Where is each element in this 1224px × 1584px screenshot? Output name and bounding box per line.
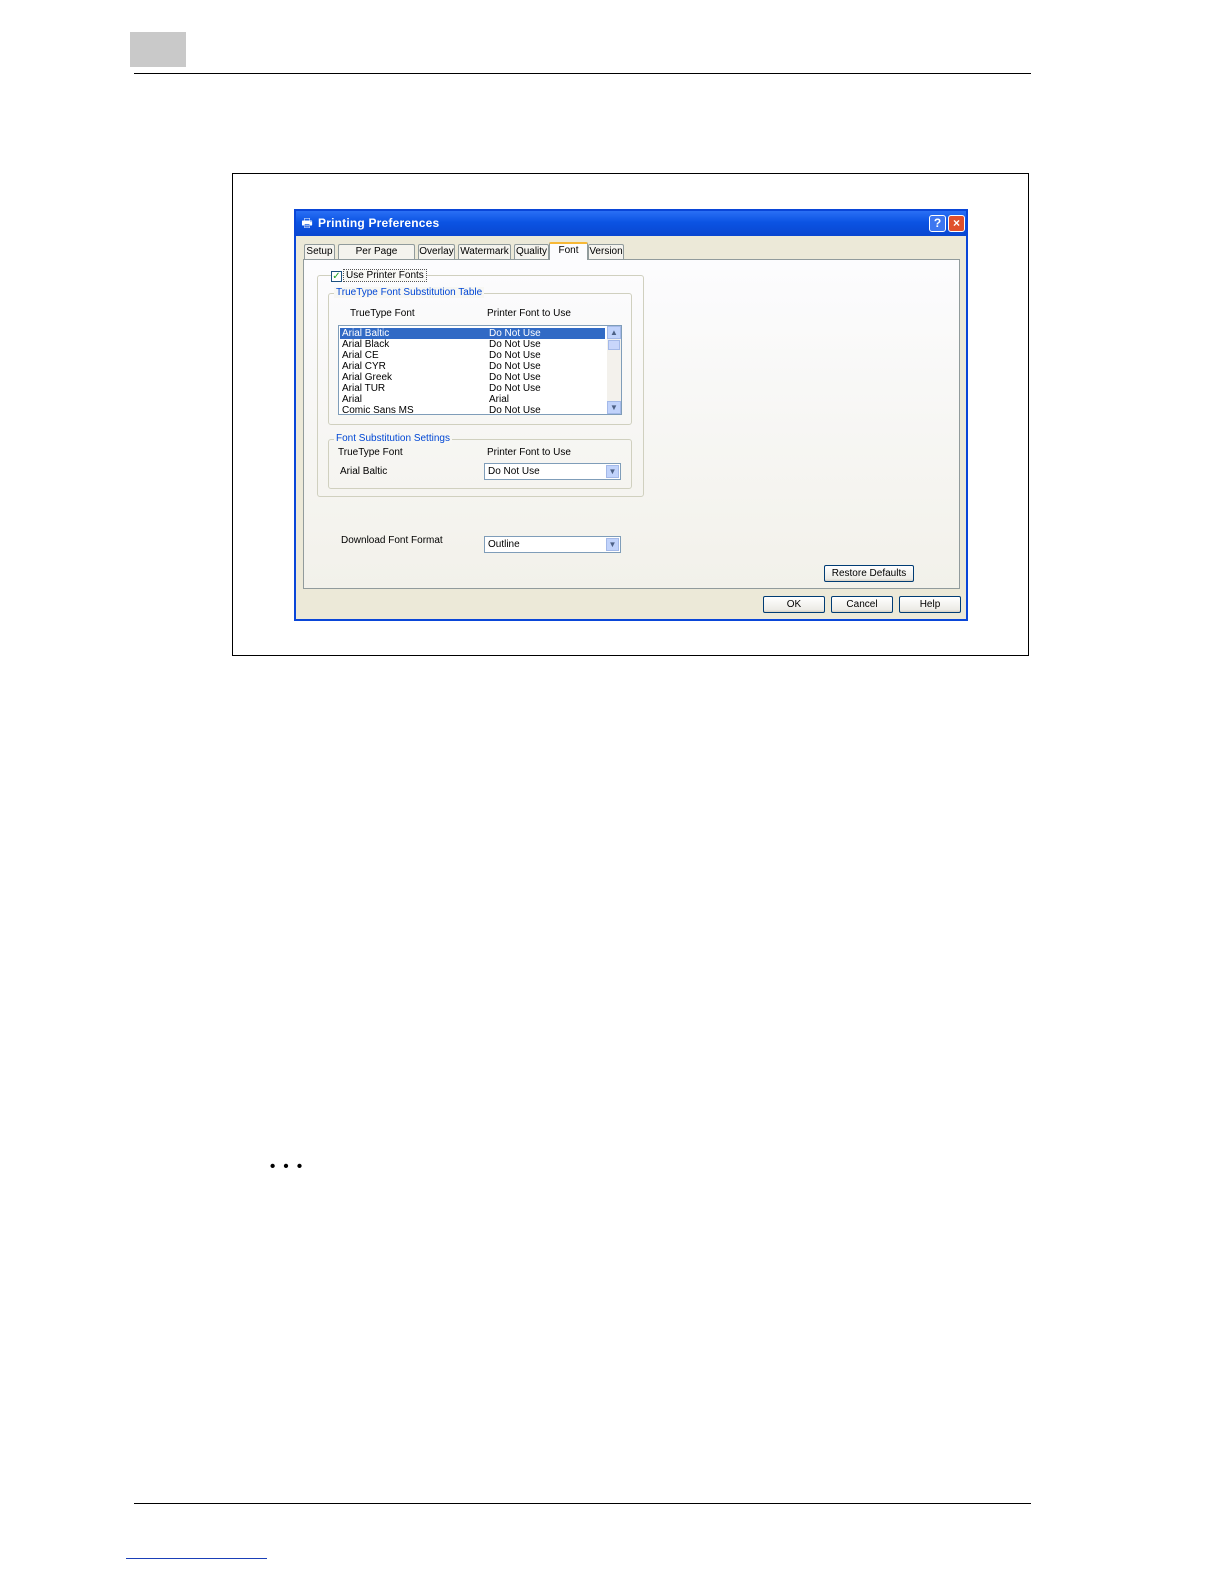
restore-defaults-button[interactable]: Restore Defaults — [824, 565, 914, 582]
list-item[interactable]: Arial TUR Do Not Use — [340, 383, 605, 394]
chevron-down-icon[interactable]: ▼ — [606, 465, 619, 478]
chapter-tab — [130, 32, 186, 67]
list-scrollbar[interactable]: ▲ ▼ — [607, 326, 621, 414]
header-rule — [134, 73, 1031, 74]
tab-setup[interactable]: Setup — [304, 244, 335, 259]
list-item[interactable]: Arial Arial — [340, 394, 605, 405]
help-button[interactable]: Help — [899, 596, 961, 613]
title-bar[interactable]: 🖶 Printing Preferences ? × — [296, 211, 966, 236]
printer-font-select[interactable]: Do Not Use ▼ — [484, 463, 621, 480]
selected-truetype-font: Arial Baltic — [340, 466, 388, 477]
substitution-settings-group: Font Substitution Settings TrueType Font… — [328, 433, 632, 489]
column-header-truetype-font: TrueType Font — [350, 308, 415, 319]
chevron-down-icon[interactable]: ▼ — [606, 538, 619, 551]
scroll-thumb[interactable] — [608, 340, 620, 350]
printer-icon: 🖶 — [301, 216, 313, 230]
footer-link-underline — [126, 1558, 267, 1559]
footer-rule — [134, 1503, 1031, 1504]
download-font-format-select[interactable]: Outline ▼ — [484, 536, 621, 553]
list-item[interactable]: Arial Greek Do Not Use — [340, 372, 605, 383]
tab-watermark[interactable]: Watermark — [458, 244, 511, 259]
settings-truetype-font-label: TrueType Font — [338, 447, 403, 458]
list-item[interactable]: Arial Black Do Not Use — [340, 339, 605, 350]
column-header-printer-font: Printer Font to Use — [487, 308, 571, 319]
substitution-settings-legend: Font Substitution Settings — [334, 433, 452, 444]
settings-printer-font-label: Printer Font to Use — [487, 447, 571, 458]
substitution-table-group: TrueType Font Substitution Table TrueTyp… — [328, 287, 632, 425]
printer-font-value: Do Not Use — [488, 466, 540, 477]
tab-font[interactable]: Font — [549, 242, 588, 260]
tab-overlay[interactable]: Overlay — [418, 244, 455, 259]
font-tab-panel: ✓ Use Printer Fonts TrueType Font Substi… — [303, 259, 960, 589]
use-printer-fonts-group: ✓ Use Printer Fonts TrueType Font Substi… — [317, 269, 644, 497]
continuation-ellipsis: • • • — [270, 1158, 305, 1175]
font-substitution-list[interactable]: Arial Baltic Do Not Use Arial Black Do Not… — [338, 325, 622, 415]
download-font-format-value: Outline — [488, 539, 520, 550]
substitution-table-legend: TrueType Font Substitution Table — [334, 287, 485, 298]
cancel-button[interactable]: Cancel — [831, 596, 893, 613]
list-item[interactable]: Arial CE Do Not Use — [340, 350, 605, 361]
use-printer-fonts-checkbox[interactable]: ✓ — [331, 271, 342, 282]
dialog-title: Printing Preferences — [318, 216, 440, 230]
tab-per-page-setting[interactable]: Per Page Setting — [338, 244, 415, 270]
download-font-format-label: Download Font Format — [341, 535, 443, 546]
tab-quality[interactable]: Quality — [514, 244, 549, 259]
use-printer-fonts-label[interactable]: Use Printer Fonts — [343, 269, 427, 282]
scroll-up-icon[interactable]: ▲ — [607, 326, 621, 339]
list-item[interactable]: Arial CYR Do Not Use — [340, 361, 605, 372]
tab-version[interactable]: Version — [588, 244, 624, 259]
list-item[interactable]: Comic Sans MS Do Not Use — [340, 405, 605, 414]
scroll-down-icon[interactable]: ▼ — [607, 401, 621, 414]
list-item[interactable]: Arial Baltic Do Not Use — [340, 328, 605, 339]
help-title-button[interactable]: ? — [929, 215, 946, 232]
printing-preferences-dialog: 🖶 Printing Preferences ? × Setup Per Pag… — [294, 209, 968, 621]
ok-button[interactable]: OK — [763, 596, 825, 613]
close-button[interactable]: × — [948, 215, 965, 232]
